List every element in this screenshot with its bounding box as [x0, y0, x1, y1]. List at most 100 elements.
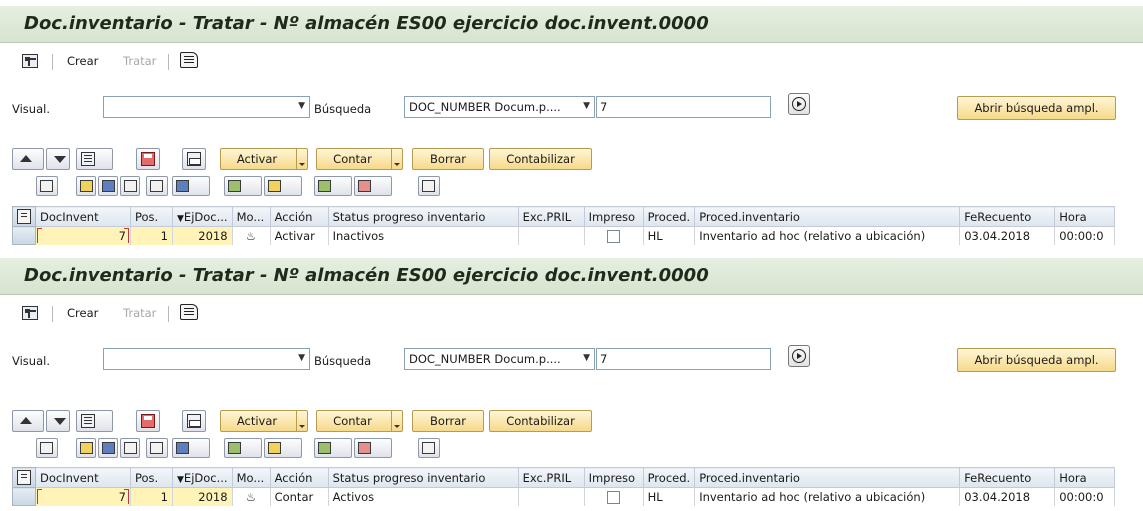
execute-icon[interactable]	[788, 345, 810, 367]
row-selector[interactable]	[12, 226, 36, 245]
printed-checkbox[interactable]	[607, 229, 621, 243]
mode-glasses-icon[interactable]: ♨	[232, 487, 271, 506]
chevron-down-icon[interactable]	[296, 149, 307, 169]
status-cell[interactable]: Inactivos	[328, 226, 519, 245]
column-header[interactable]: Hora	[1054, 206, 1116, 227]
time-cell[interactable]: 00:00:0	[1054, 487, 1116, 506]
delete-button[interactable]: Borrar	[412, 148, 484, 170]
status-cell[interactable]: Activos	[328, 487, 519, 506]
printed-cell[interactable]	[584, 226, 644, 245]
column-header[interactable]: Proced.inventario	[694, 206, 961, 227]
subtotal-icon[interactable]	[264, 438, 302, 458]
column-header[interactable]: ▼EjDoc...	[172, 206, 233, 227]
chevron-down-icon[interactable]	[296, 411, 307, 431]
find-icon[interactable]	[120, 438, 140, 458]
year-cell[interactable]: 2018	[172, 226, 233, 245]
procedinv-cell[interactable]: Inventario ad hoc (relativo a ubicación)	[694, 226, 961, 245]
printed-checkbox[interactable]	[607, 490, 621, 504]
move-up-icon[interactable]	[12, 148, 44, 170]
search-field-select[interactable]: DOC_NUMBER Docum.p.... ▼	[404, 348, 595, 370]
column-header[interactable]: Pos.	[130, 467, 173, 488]
find-next-icon[interactable]	[146, 176, 168, 196]
chevron-down-icon[interactable]: ▼	[583, 101, 590, 111]
proced-cell[interactable]: HL	[643, 226, 696, 245]
column-header[interactable]: FeRecuento	[959, 467, 1056, 488]
details-icon[interactable]	[36, 438, 58, 458]
chevron-down-icon[interactable]	[391, 149, 402, 169]
sort-ascending-icon[interactable]	[76, 176, 96, 196]
action-cell[interactable]: Activar	[270, 226, 329, 245]
column-header[interactable]: Exc.PRIL	[517, 206, 585, 227]
select-all-cell[interactable]	[12, 467, 36, 488]
layout-icon[interactable]	[76, 410, 113, 432]
print-icon[interactable]	[182, 410, 206, 432]
table-row[interactable]: 7 1 2018 ♨ Activar Inactivos HL Inventar…	[12, 226, 1116, 245]
filter-icon[interactable]	[98, 438, 118, 458]
column-header[interactable]: Impreso	[583, 206, 644, 227]
save-icon[interactable]	[136, 410, 160, 432]
column-header[interactable]: DocInvent	[35, 206, 131, 227]
find-next-icon[interactable]	[146, 438, 168, 458]
layout-change-icon[interactable]	[354, 438, 392, 458]
proced-cell[interactable]: HL	[643, 487, 696, 506]
search-input[interactable]: 7	[596, 96, 771, 118]
procedinv-cell[interactable]: Inventario ad hoc (relativo a ubicación)	[694, 487, 961, 506]
column-header[interactable]: ▼EjDoc...	[172, 467, 233, 488]
visual-select[interactable]: ▼	[103, 96, 310, 118]
column-header[interactable]: FeRecuento	[959, 206, 1056, 227]
sum-icon[interactable]	[224, 438, 262, 458]
move-down-icon[interactable]	[46, 148, 70, 170]
column-header[interactable]: Proced.	[642, 206, 696, 227]
activate-button[interactable]: Activar	[220, 410, 308, 432]
table-row[interactable]: 7 1 2018 ♨ Contar Activos HL Inventario …	[12, 487, 1116, 506]
create-button[interactable]: Crear	[67, 306, 98, 320]
post-button[interactable]: Contabilizar	[489, 410, 592, 432]
execute-icon[interactable]	[788, 93, 810, 115]
column-header[interactable]: Mo...	[231, 467, 271, 488]
export-icon[interactable]	[314, 176, 352, 196]
row-select-icon[interactable]	[17, 470, 31, 485]
scroll-edit-icon[interactable]	[180, 304, 198, 320]
advanced-search-button[interactable]: Abrir búsqueda ampl.	[957, 96, 1116, 120]
column-header[interactable]: Acción	[269, 467, 329, 488]
layout-icon[interactable]	[76, 148, 113, 170]
column-header[interactable]: Proced.inventario	[694, 467, 961, 488]
post-button[interactable]: Contabilizar	[489, 148, 592, 170]
export-icon[interactable]	[314, 438, 352, 458]
filter-set-icon[interactable]	[172, 176, 210, 196]
scroll-edit-icon[interactable]	[180, 52, 198, 68]
count-button[interactable]: Contar	[316, 148, 403, 170]
pos-cell[interactable]: 1	[130, 226, 173, 245]
command-field-icon[interactable]	[22, 306, 38, 320]
count-button[interactable]: Contar	[316, 410, 403, 432]
print-icon[interactable]	[182, 148, 206, 170]
count-date-cell[interactable]: 03.04.2018	[959, 226, 1056, 245]
year-cell[interactable]: 2018	[172, 487, 233, 506]
mode-glasses-icon[interactable]: ♨	[232, 226, 271, 245]
sort-ascending-icon[interactable]	[76, 438, 96, 458]
activate-button[interactable]: Activar	[220, 148, 308, 170]
search-input[interactable]: 7	[596, 348, 771, 370]
printed-cell[interactable]	[584, 487, 644, 506]
create-button[interactable]: Crear	[67, 54, 98, 68]
command-field-icon[interactable]	[22, 54, 38, 68]
docinvent-cell[interactable]: 7	[35, 226, 131, 245]
column-header[interactable]: Status progreso inventario	[327, 206, 519, 227]
filter-set-icon[interactable]	[172, 438, 210, 458]
column-header[interactable]: Impreso	[583, 467, 644, 488]
column-header[interactable]: Mo...	[231, 206, 271, 227]
time-cell[interactable]: 00:00:0	[1054, 226, 1116, 245]
save-icon[interactable]	[136, 148, 160, 170]
subtotal-icon[interactable]	[264, 176, 302, 196]
sum-icon[interactable]	[224, 176, 262, 196]
delete-button[interactable]: Borrar	[412, 410, 484, 432]
count-date-cell[interactable]: 03.04.2018	[959, 487, 1056, 506]
column-header[interactable]: Hora	[1054, 467, 1116, 488]
select-all-cell[interactable]	[12, 206, 36, 227]
column-header[interactable]: Proced.	[642, 467, 696, 488]
print-preview-icon[interactable]	[418, 438, 440, 458]
excpril-cell[interactable]	[518, 487, 585, 506]
filter-icon[interactable]	[98, 176, 118, 196]
excpril-cell[interactable]	[518, 226, 585, 245]
advanced-search-button[interactable]: Abrir búsqueda ampl.	[957, 348, 1116, 372]
